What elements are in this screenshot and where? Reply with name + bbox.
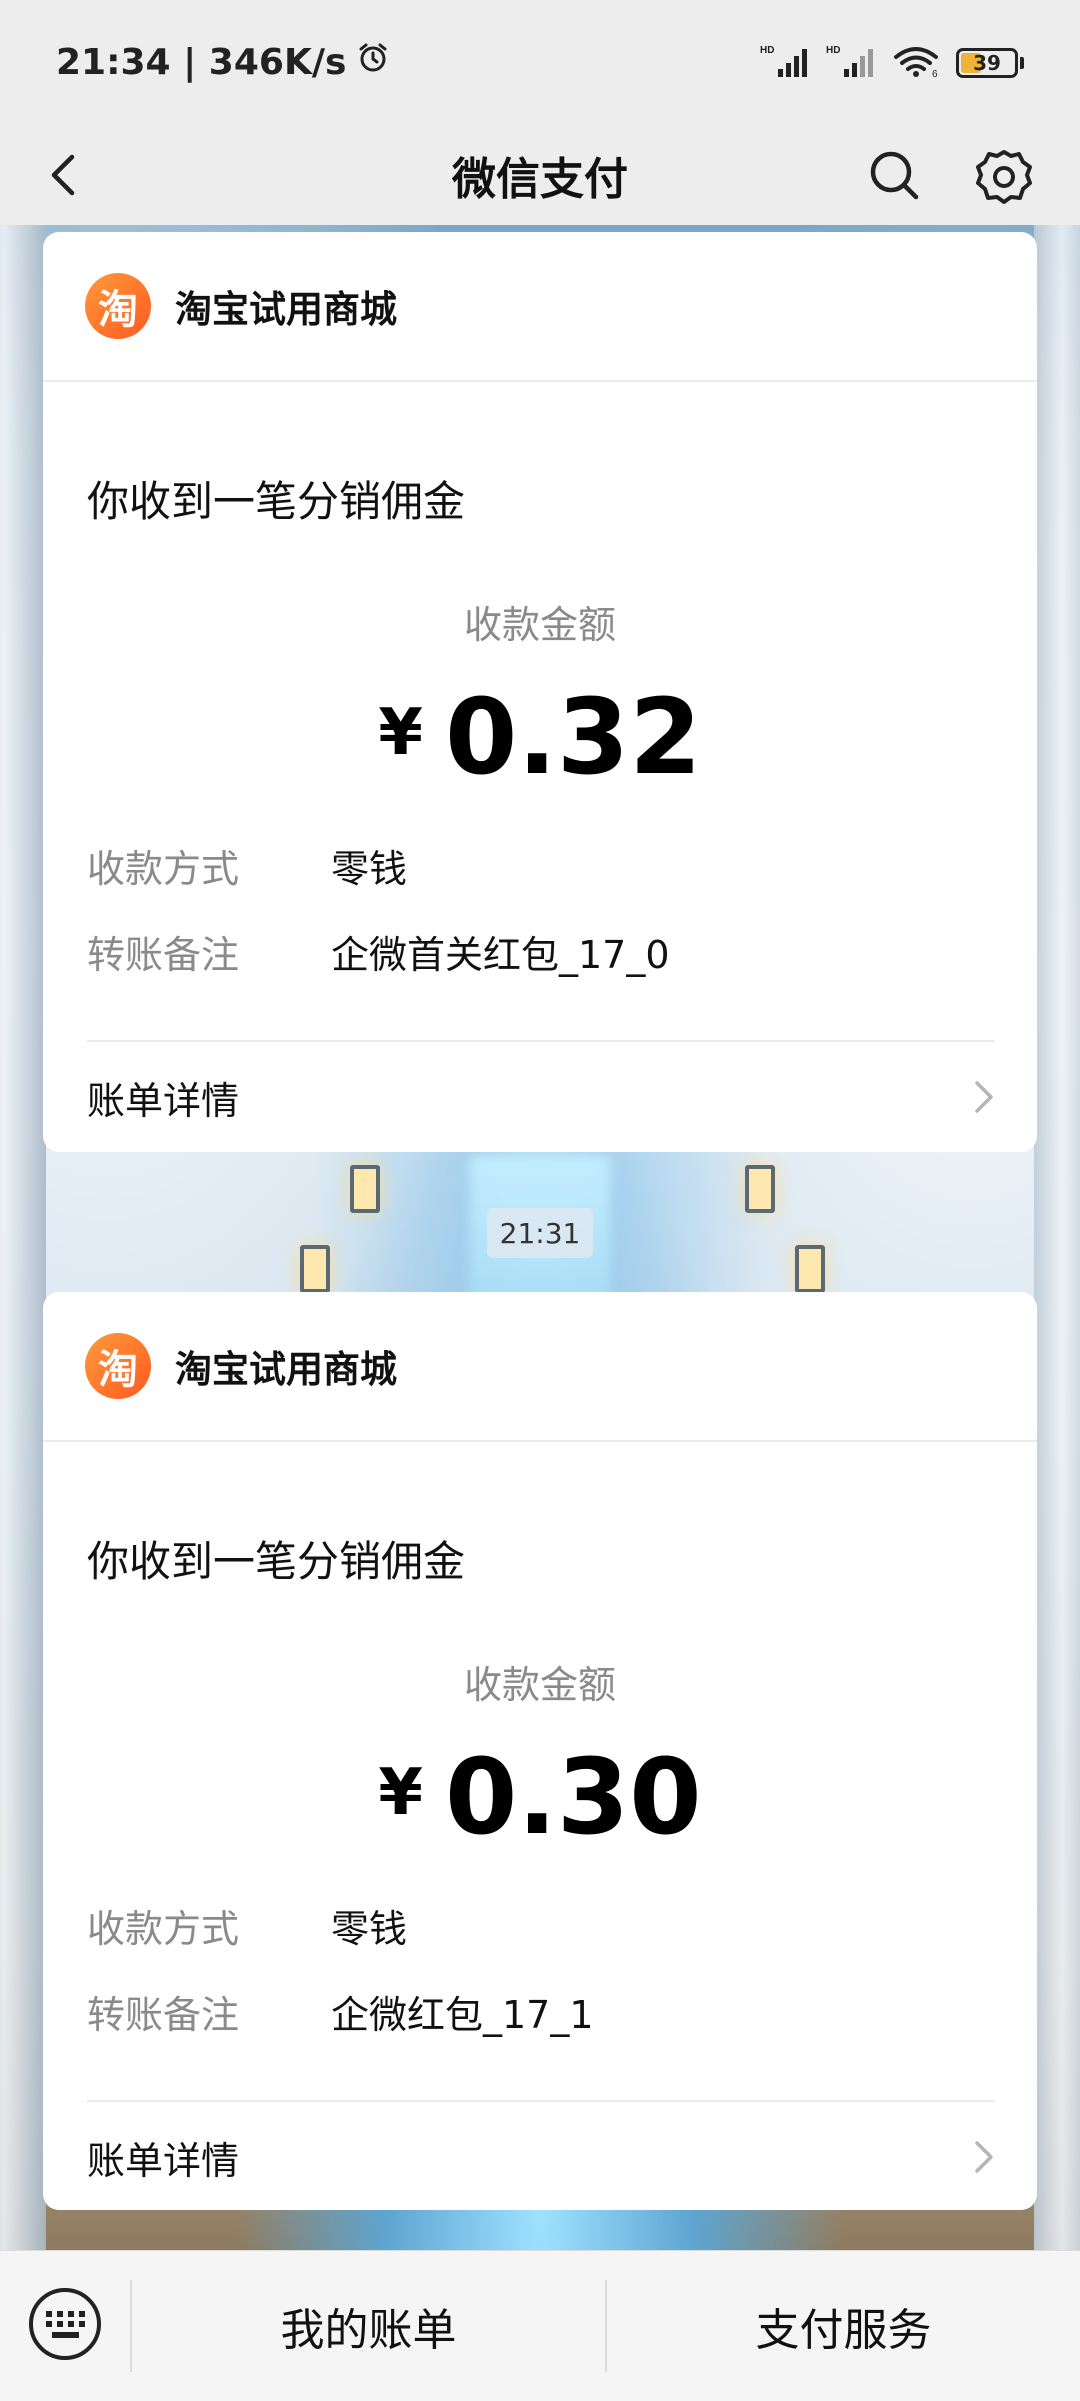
amount-label: 收款金额 xyxy=(463,1663,616,1707)
background-pillar xyxy=(1034,225,1080,2250)
keyboard-icon xyxy=(27,2286,103,2366)
chevron-right-icon xyxy=(969,2137,999,2177)
background-lantern xyxy=(745,1165,775,1213)
bill-details-link[interactable]: 账单详情 xyxy=(43,1042,1037,1152)
message-headline: 你收到一笔分销佣金 xyxy=(87,1537,466,1586)
battery-tip xyxy=(1020,56,1024,69)
chevron-right-icon xyxy=(969,1077,999,1117)
payment-message-card[interactable]: 淘 淘宝试用商城 你收到一笔分销佣金 收款金额 ¥ 0.32 收款方式 零钱 转… xyxy=(43,232,1037,1152)
transfer-note-value: 企微首关红包_17_0 xyxy=(331,933,670,977)
merchant-logo: 淘 xyxy=(85,273,151,339)
message-timestamp: 21:31 xyxy=(487,1208,593,1258)
payment-method-label: 收款方式 xyxy=(87,847,240,891)
payment-services-menu-button[interactable]: 支付服务 xyxy=(607,2251,1080,2401)
currency-symbol: ¥ xyxy=(378,1756,423,1830)
message-headline: 你收到一笔分销佣金 xyxy=(87,477,466,526)
currency-symbol: ¥ xyxy=(378,696,423,770)
chevron-left-icon[interactable] xyxy=(38,147,94,203)
battery-body: 39 xyxy=(956,47,1018,78)
payment-method-row: 收款方式 零钱 xyxy=(87,838,407,893)
alarm-clock-icon xyxy=(356,41,390,84)
search-icon[interactable] xyxy=(866,147,922,203)
merchant-name: 淘宝试用商城 xyxy=(175,288,397,331)
my-bills-menu-button[interactable]: 我的账单 xyxy=(132,2251,605,2401)
keyboard-toggle-button[interactable] xyxy=(0,2251,130,2401)
svg-text:6: 6 xyxy=(932,69,938,79)
amount-label: 收款金额 xyxy=(463,603,616,647)
gear-icon[interactable] xyxy=(974,147,1034,207)
payment-method-value: 零钱 xyxy=(331,1907,408,1951)
bottom-menu-bar: 我的账单 支付服务 xyxy=(0,2250,1080,2401)
wifi-icon: 6 xyxy=(892,43,942,83)
transfer-note-value: 企微红包_17_1 xyxy=(331,1993,594,2037)
signal-icon: HD xyxy=(760,43,812,83)
amount-value: 0.30 xyxy=(444,1736,702,1858)
background-pillar xyxy=(0,225,46,2250)
payment-method-row: 收款方式 零钱 xyxy=(87,1898,407,1953)
transfer-note-label: 转账备注 xyxy=(87,933,240,977)
svg-text:HD: HD xyxy=(760,45,774,56)
amount-row: ¥ 0.32 xyxy=(43,682,1037,792)
transfer-note-label: 转账备注 xyxy=(87,1993,240,2037)
nav-bar: 微信支付 xyxy=(0,125,1080,225)
merchant-name: 淘宝试用商城 xyxy=(175,1348,397,1391)
status-time-speed: 21:34 | 346K/s xyxy=(56,42,347,83)
bill-details-link[interactable]: 账单详情 xyxy=(43,2102,1037,2210)
status-left: 21:34 | 346K/s xyxy=(56,41,390,84)
payment-message-card[interactable]: 淘 淘宝试用商城 你收到一笔分销佣金 收款金额 ¥ 0.30 收款方式 零钱 转… xyxy=(43,1292,1037,2210)
background-lantern xyxy=(300,1245,330,1293)
background-lantern xyxy=(795,1245,825,1293)
payment-method-value: 零钱 xyxy=(331,847,408,891)
signal-icon: HD xyxy=(826,43,878,83)
battery-icon: 39 xyxy=(956,47,1024,78)
amount-row: ¥ 0.30 xyxy=(43,1742,1037,1852)
page-title: 微信支付 xyxy=(452,154,628,205)
status-right: HD HD 6 39 xyxy=(760,43,1024,83)
amount-value: 0.32 xyxy=(444,676,702,798)
transfer-note-row: 转账备注 企微红包_17_1 xyxy=(87,1984,594,2039)
transfer-note-row: 转账备注 企微首关红包_17_0 xyxy=(87,924,670,979)
card-header: 淘 淘宝试用商城 xyxy=(43,1292,1037,1442)
payment-method-label: 收款方式 xyxy=(87,1907,240,1951)
merchant-logo: 淘 xyxy=(85,1333,151,1399)
bill-details-label: 账单详情 xyxy=(87,1078,240,1123)
battery-level: 39 xyxy=(973,50,1001,75)
background-lantern xyxy=(350,1165,380,1213)
card-header: 淘 淘宝试用商城 xyxy=(43,232,1037,382)
bill-details-label: 账单详情 xyxy=(87,2138,240,2183)
status-bar: 21:34 | 346K/s HD HD 6 39 xyxy=(0,0,1080,125)
svg-text:HD: HD xyxy=(826,45,840,56)
